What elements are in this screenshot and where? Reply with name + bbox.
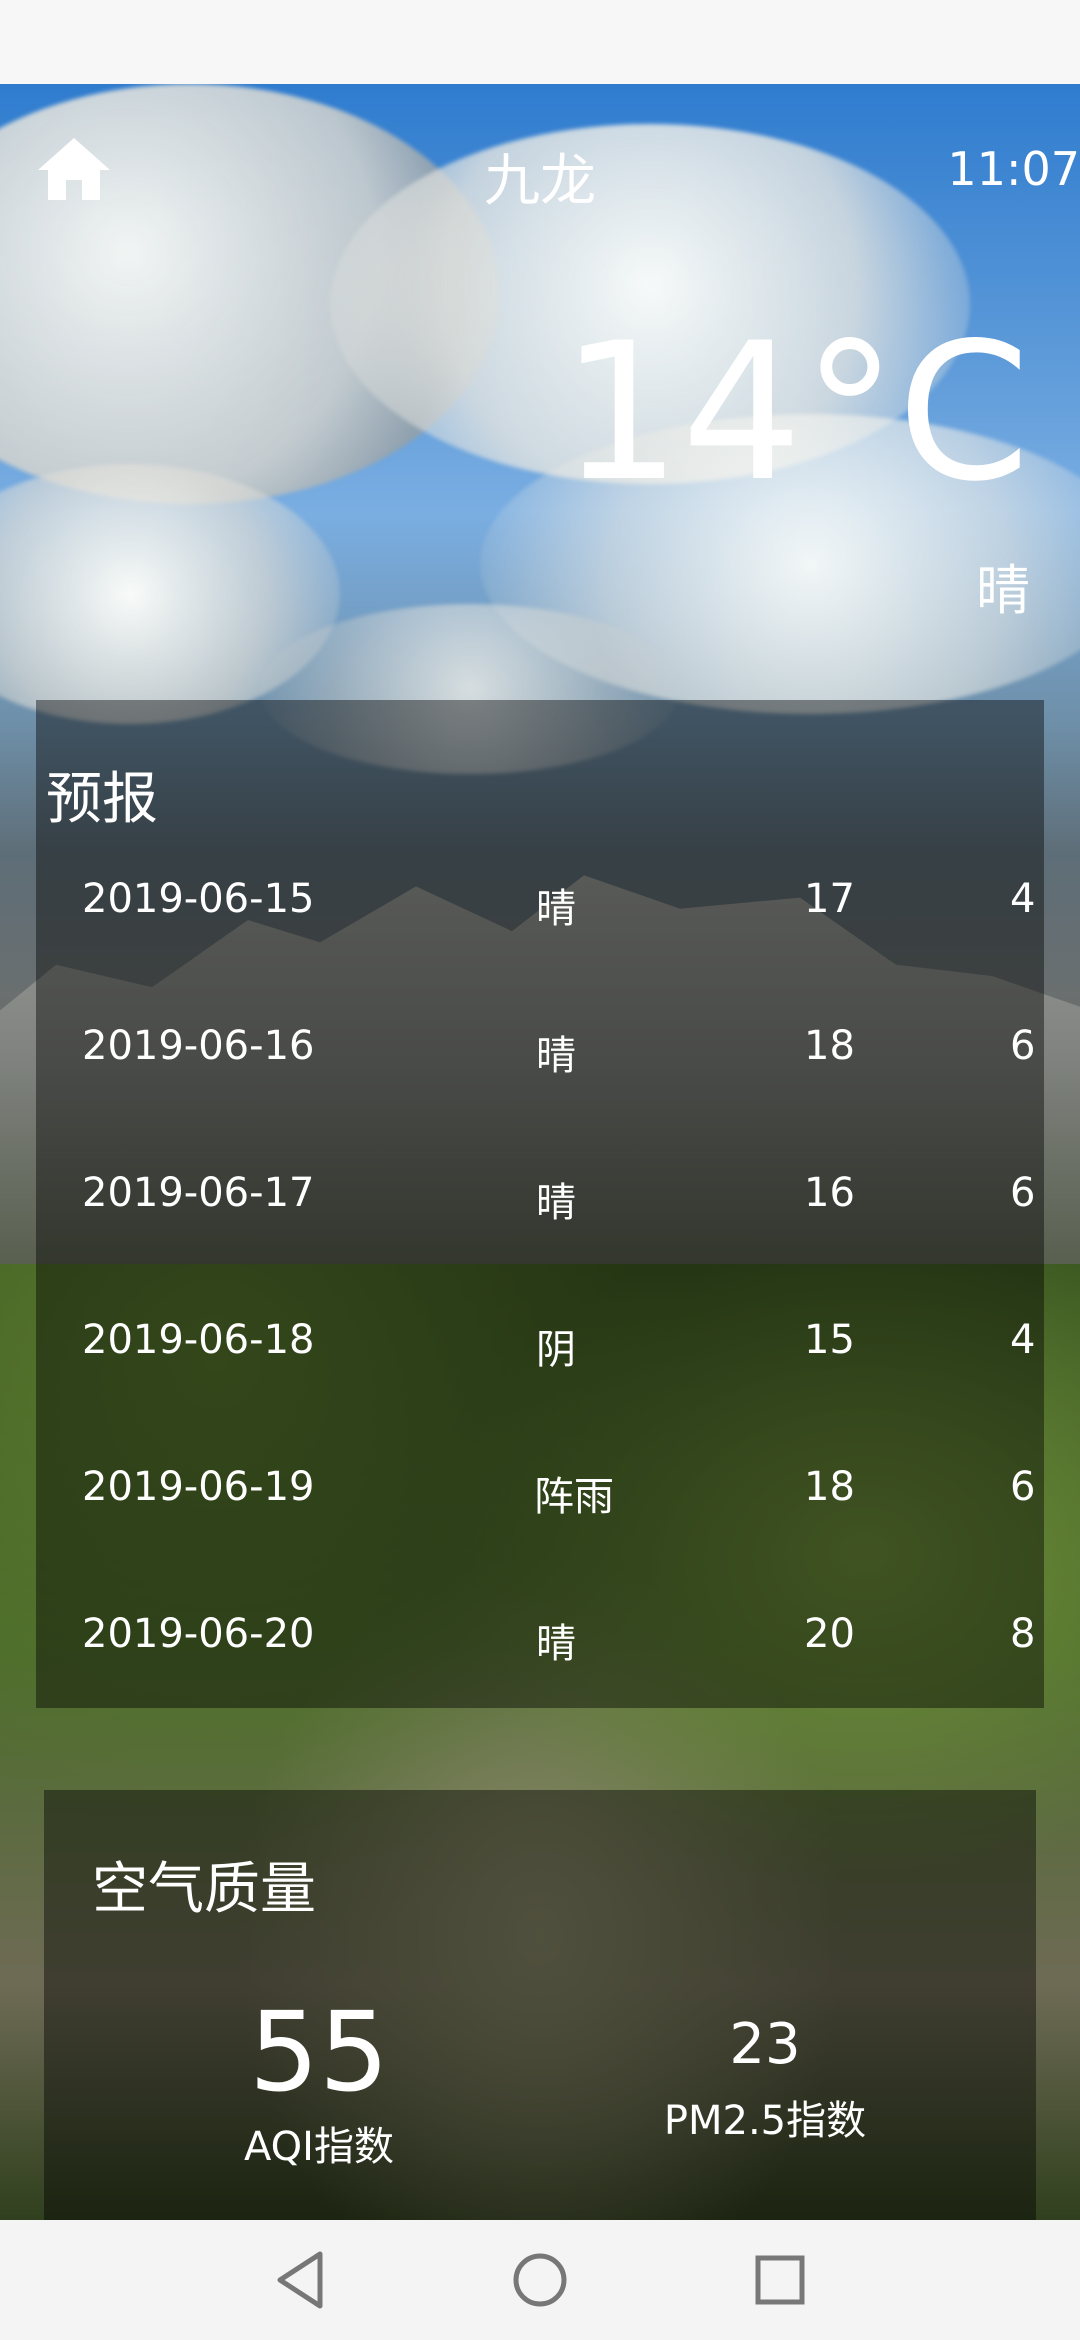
forecast-row: 2019-06-20 晴 20 8 xyxy=(36,1611,1044,1691)
forecast-condition: 阵雨 xyxy=(534,1474,614,1520)
aqi-value: 55 xyxy=(249,1988,389,2116)
forecast-date: 2019-06-16 xyxy=(82,1023,315,1069)
forecast-row: 2019-06-16 晴 18 6 xyxy=(36,1023,1044,1103)
forecast-date: 2019-06-20 xyxy=(82,1611,315,1657)
aqi-label: AQI指数 xyxy=(244,2124,394,2170)
forecast-min-temp: 6 xyxy=(1010,1464,1036,1510)
forecast-min-temp: 4 xyxy=(1010,876,1036,922)
update-time: 11:07 xyxy=(947,142,1080,196)
pm25-label: PM2.5指数 xyxy=(663,2098,867,2144)
forecast-max-temp: 16 xyxy=(804,1170,855,1216)
forecast-max-temp: 15 xyxy=(804,1317,855,1363)
forecast-min-temp: 6 xyxy=(1010,1170,1036,1216)
current-condition: 晴 xyxy=(976,559,1030,622)
forecast-max-temp: 17 xyxy=(804,876,855,922)
forecast-date: 2019-06-19 xyxy=(82,1464,315,1510)
forecast-row: 2019-06-19 阵雨 18 6 xyxy=(36,1464,1044,1544)
forecast-row: 2019-06-18 阴 15 4 xyxy=(36,1317,1044,1397)
forecast-condition: 阴 xyxy=(536,1327,576,1373)
forecast-row: 2019-06-17 晴 16 6 xyxy=(36,1170,1044,1250)
forecast-condition: 晴 xyxy=(536,1033,576,1079)
current-temperature: 14°C xyxy=(560,302,1030,523)
pm25-value: 23 xyxy=(729,2012,801,2077)
forecast-min-temp: 6 xyxy=(1010,1023,1036,1069)
air-quality-title: 空气质量 xyxy=(92,1857,316,1922)
forecast-condition: 晴 xyxy=(536,1621,576,1667)
forecast-date: 2019-06-18 xyxy=(82,1317,315,1363)
forecast-title: 预报 xyxy=(46,767,158,832)
forecast-max-temp: 20 xyxy=(804,1611,855,1657)
forecast-min-temp: 8 xyxy=(1010,1611,1036,1657)
city-title: 九龙 xyxy=(484,149,596,214)
forecast-condition: 晴 xyxy=(536,886,576,932)
forecast-max-temp: 18 xyxy=(804,1023,855,1069)
forecast-condition: 晴 xyxy=(536,1180,576,1226)
home-circle-icon[interactable] xyxy=(500,2240,580,2320)
back-icon[interactable] xyxy=(262,2240,342,2320)
status-bar xyxy=(0,0,1080,84)
forecast-date: 2019-06-17 xyxy=(82,1170,315,1216)
forecast-row: 2019-06-15 晴 17 4 xyxy=(36,876,1044,956)
navigation-bar xyxy=(0,2220,1080,2340)
recents-icon[interactable] xyxy=(740,2240,820,2320)
forecast-max-temp: 18 xyxy=(804,1464,855,1510)
forecast-date: 2019-06-15 xyxy=(82,876,315,922)
forecast-min-temp: 4 xyxy=(1010,1317,1036,1363)
